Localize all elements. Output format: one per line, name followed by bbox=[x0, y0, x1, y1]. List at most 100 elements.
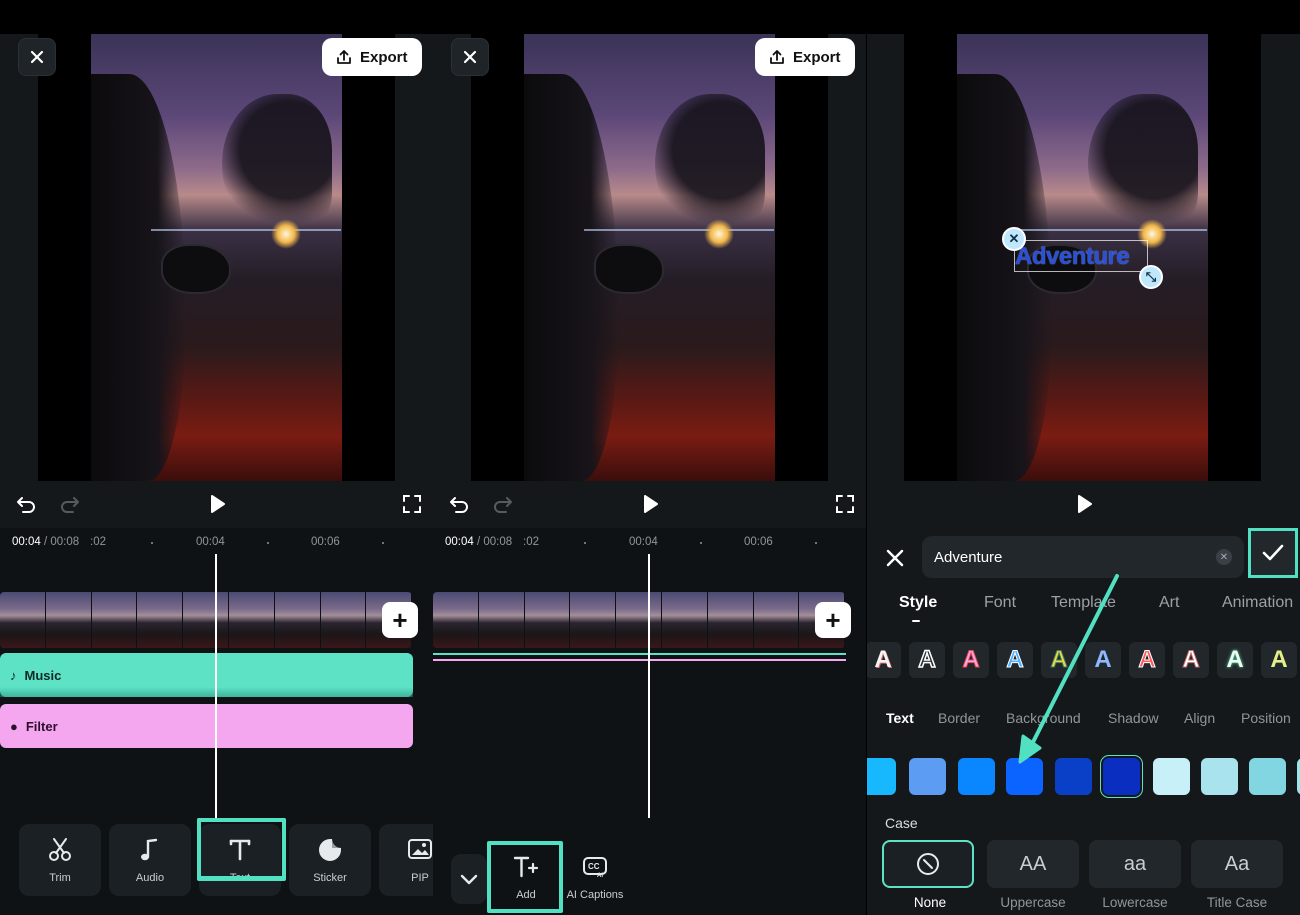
video-clip-track[interactable] bbox=[433, 592, 845, 648]
color-swatch[interactable] bbox=[1006, 758, 1043, 795]
subtab-align[interactable]: Align bbox=[1184, 710, 1215, 726]
close-button[interactable] bbox=[18, 38, 56, 76]
text-color-swatches bbox=[867, 756, 1300, 798]
tool-label: Trim bbox=[49, 872, 71, 884]
style-preset[interactable]: A bbox=[1261, 642, 1297, 678]
color-swatch[interactable] bbox=[1055, 758, 1092, 795]
color-swatch[interactable] bbox=[1153, 758, 1190, 795]
delete-overlay-handle[interactable]: ✕ bbox=[1002, 227, 1026, 251]
filter-icon: ● bbox=[10, 718, 18, 734]
subtab-shadow[interactable]: Shadow bbox=[1108, 710, 1159, 726]
redo-button[interactable] bbox=[491, 492, 515, 516]
confirm-button[interactable] bbox=[1248, 528, 1298, 578]
undo-icon bbox=[450, 497, 468, 513]
playhead[interactable] bbox=[215, 554, 217, 844]
undo-button[interactable] bbox=[447, 492, 471, 516]
tool-ai-captions[interactable]: CC AI AI Captions bbox=[563, 846, 627, 908]
time-tick: :02 bbox=[523, 536, 539, 548]
tool-sticker[interactable]: Sticker bbox=[289, 824, 371, 896]
music-track[interactable]: ♪ Music bbox=[0, 653, 413, 697]
style-preset[interactable]: A bbox=[867, 642, 901, 678]
upload-icon bbox=[336, 49, 352, 65]
tool-trim[interactable]: Trim bbox=[19, 824, 101, 896]
close-sheet-button[interactable] bbox=[883, 546, 907, 570]
filter-track[interactable]: ● Filter bbox=[0, 704, 413, 748]
none-icon bbox=[917, 853, 939, 875]
play-button[interactable] bbox=[205, 492, 229, 516]
play-button[interactable] bbox=[638, 492, 662, 516]
tool-label: PIP bbox=[411, 872, 429, 884]
audio-waveform bbox=[0, 687, 413, 697]
music-track-label: Music bbox=[24, 667, 62, 683]
resize-icon: ⤡ bbox=[1145, 269, 1157, 284]
fullscreen-icon bbox=[836, 495, 854, 513]
add-clip-button[interactable]: + bbox=[382, 602, 418, 638]
style-preset[interactable]: A bbox=[1129, 642, 1165, 678]
tab-font[interactable]: Font bbox=[984, 594, 1016, 612]
color-swatch[interactable] bbox=[1249, 758, 1286, 795]
music-track-collapsed[interactable] bbox=[433, 653, 846, 655]
close-icon bbox=[886, 549, 904, 567]
export-button[interactable]: Export bbox=[322, 38, 422, 76]
color-swatch[interactable] bbox=[867, 758, 896, 795]
redo-button[interactable] bbox=[58, 492, 82, 516]
color-swatch[interactable] bbox=[1103, 758, 1140, 795]
fullscreen-button[interactable] bbox=[400, 492, 424, 516]
svg-text:CC: CC bbox=[588, 862, 600, 871]
video-preview bbox=[471, 34, 828, 481]
case-none-option[interactable] bbox=[882, 840, 974, 888]
style-preset[interactable]: A bbox=[1217, 642, 1253, 678]
close-button[interactable] bbox=[451, 38, 489, 76]
undo-button[interactable] bbox=[14, 492, 38, 516]
style-preset[interactable]: A bbox=[997, 642, 1033, 678]
color-swatch[interactable] bbox=[958, 758, 995, 795]
checkmark-icon bbox=[1262, 544, 1284, 561]
export-button[interactable]: Export bbox=[755, 38, 855, 76]
filter-track-collapsed[interactable] bbox=[433, 659, 846, 661]
subtab-position[interactable]: Position bbox=[1241, 710, 1291, 726]
color-swatch[interactable] bbox=[1201, 758, 1238, 795]
subtab-background[interactable]: Background bbox=[1006, 710, 1081, 726]
add-clip-button[interactable]: + bbox=[815, 602, 851, 638]
tab-style[interactable]: Style bbox=[899, 594, 937, 612]
subtab-border[interactable]: Border bbox=[938, 710, 980, 726]
text-overlay[interactable]: Adventure bbox=[1015, 243, 1130, 271]
timeline[interactable]: 00:04 / 00:08 :02 00:04 00:06 + bbox=[433, 528, 866, 844]
text-style-sheet: Adventure ✕ Style Font Template Art Anim… bbox=[867, 528, 1300, 915]
case-section-label: Case bbox=[885, 815, 918, 831]
music-note-icon: ♪ bbox=[10, 667, 17, 683]
style-preset[interactable]: A bbox=[1085, 642, 1121, 678]
redo-icon bbox=[61, 497, 79, 513]
playhead[interactable] bbox=[648, 554, 650, 844]
tab-template[interactable]: Template bbox=[1051, 594, 1116, 612]
style-preset[interactable]: A bbox=[953, 642, 989, 678]
active-tab-indicator bbox=[912, 620, 920, 622]
tool-pip[interactable]: PIP bbox=[379, 824, 433, 896]
tab-animation[interactable]: Animation bbox=[1222, 594, 1293, 612]
picture-in-picture-icon bbox=[408, 839, 432, 859]
text-content-input[interactable]: Adventure ✕ bbox=[922, 536, 1244, 578]
video-clip-track[interactable] bbox=[0, 592, 412, 648]
case-uppercase-option[interactable]: AA bbox=[987, 840, 1079, 888]
timeline[interactable]: 00:04 / 00:08 :02 00:04 00:06 + ♪ Music … bbox=[0, 528, 433, 844]
case-titlecase-option[interactable]: Aa bbox=[1191, 840, 1283, 888]
color-swatch[interactable] bbox=[909, 758, 946, 795]
resize-overlay-handle[interactable]: ⤡ bbox=[1139, 265, 1163, 289]
video-frame-image bbox=[91, 34, 342, 481]
style-preset[interactable]: A bbox=[1041, 642, 1077, 678]
play-button[interactable] bbox=[1072, 492, 1096, 516]
video-frame-image bbox=[524, 34, 775, 481]
style-preset[interactable]: A bbox=[909, 642, 945, 678]
tab-art[interactable]: Art bbox=[1159, 594, 1179, 612]
tool-label: Sticker bbox=[313, 872, 347, 884]
fullscreen-button[interactable] bbox=[833, 492, 857, 516]
clear-input-icon[interactable]: ✕ bbox=[1216, 549, 1232, 565]
tool-audio[interactable]: Audio bbox=[109, 824, 191, 896]
case-lowercase-option[interactable]: aa bbox=[1089, 840, 1181, 888]
subtab-text[interactable]: Text bbox=[886, 710, 914, 726]
text-tool-highlight bbox=[197, 818, 286, 881]
close-icon: ✕ bbox=[1008, 231, 1020, 246]
style-preset[interactable]: A bbox=[1173, 642, 1209, 678]
editor-panel-timeline: Export 00:04 / 00:08 :02 00:04 00:06 + ♪ bbox=[0, 0, 433, 915]
collapse-button[interactable] bbox=[451, 854, 487, 904]
